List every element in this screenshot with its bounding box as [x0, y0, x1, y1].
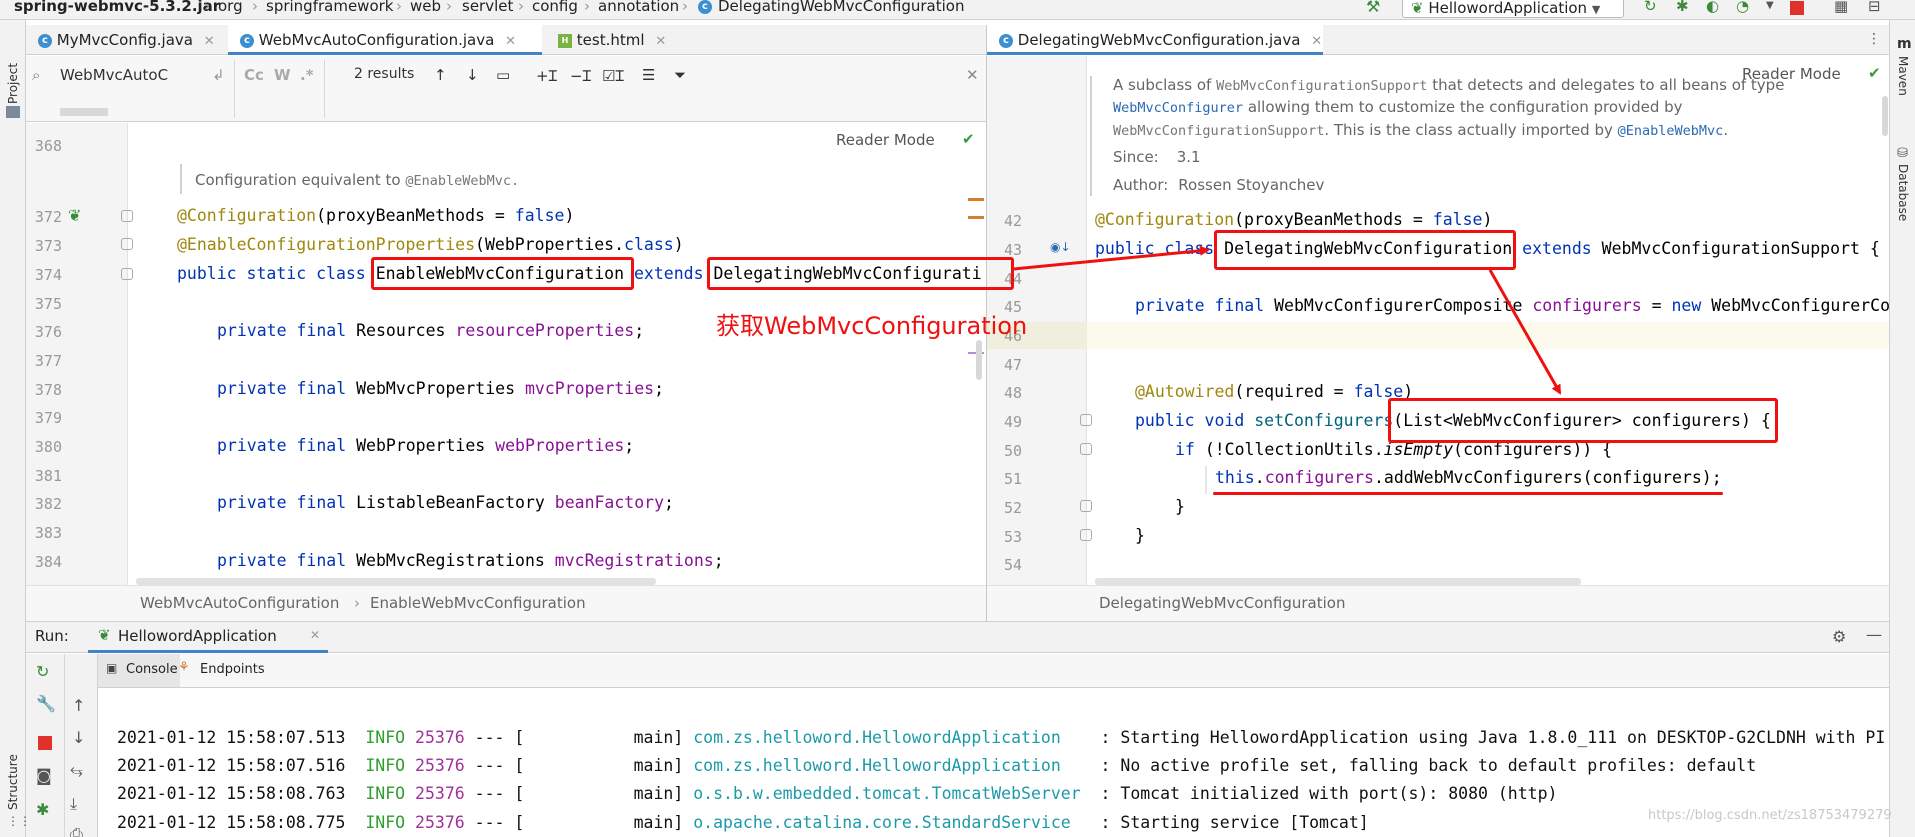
log-separator: --- [: [464, 728, 525, 747]
log-separator: --- [: [464, 784, 525, 803]
run-tab-label: HellowordApplication: [118, 627, 277, 645]
log-timestamp: 2021-01-12 15:58:07.516: [117, 756, 346, 775]
log-logger[interactable]: o.s.b.w.embedded.tomcat.TomcatWebServer: [693, 784, 1090, 803]
log-level: INFO: [365, 784, 406, 803]
stop-icon[interactable]: [38, 736, 52, 750]
arrow-to-delegating-class: [1013, 245, 1210, 271]
log-message: : Starting HellowordApplication using Ja…: [1090, 728, 1886, 747]
log-line: 2021-01-12 15:58:08.775 INFO 25376 --- […: [117, 813, 1369, 832]
close-icon[interactable]: ✕: [310, 628, 320, 642]
minimize-icon[interactable]: —: [1866, 625, 1882, 644]
log-separator: --- [: [464, 813, 525, 832]
log-timestamp: 2021-01-12 15:58:08.763: [117, 784, 346, 803]
log-pid: 25376: [415, 756, 465, 775]
up-arrow-icon[interactable]: ↑: [72, 696, 85, 715]
spring-boot-icon: ❦: [98, 626, 111, 644]
log-logger[interactable]: com.zs.helloword.HellowordApplication: [693, 728, 1090, 747]
log-line: 2021-01-12 15:58:07.513 INFO 25376 --- […: [117, 728, 1885, 747]
run-label: Run:: [35, 627, 69, 645]
log-pid: 25376: [415, 728, 465, 747]
log-pid: 25376: [415, 784, 465, 803]
gear-icon[interactable]: ⚙: [1832, 627, 1846, 646]
run-toolbar: ↻ 🔧 ◙ ✱ ↑ ↓ ⥃ ⤓ ⎙: [26, 654, 98, 837]
log-message: : Starting service [Tomcat]: [1090, 813, 1369, 832]
scroll-to-end-icon[interactable]: ⤓: [70, 794, 77, 814]
log-line: 2021-01-12 15:58:07.516 INFO 25376 --- […: [117, 756, 1756, 775]
watermark: https://blog.csdn.net/zs18753479279: [1648, 808, 1892, 823]
log-thread: main]: [524, 784, 684, 803]
log-thread: main]: [524, 756, 684, 775]
run-panel-header: Run: ❦ HellowordApplication ✕ ⚙ —: [26, 621, 1889, 653]
log-separator: --- [: [464, 756, 525, 775]
arrow-to-setconfigurers: [1488, 269, 1562, 395]
log-level: INFO: [365, 813, 406, 832]
rerun-icon[interactable]: ↻: [36, 662, 49, 681]
run-subtabs: ▣ Console ⚘ Endpoints: [26, 654, 1889, 688]
log-thread: main]: [524, 813, 684, 832]
soft-wrap-icon[interactable]: ⥃: [70, 760, 83, 780]
run-tab-hellowordapplication[interactable]: ❦ HellowordApplication ✕: [88, 622, 328, 653]
log-level: INFO: [365, 728, 406, 747]
log-pid: 25376: [415, 813, 465, 832]
log-logger[interactable]: com.zs.helloword.HellowordApplication: [693, 756, 1090, 775]
camera-icon[interactable]: ◙: [36, 766, 52, 785]
endpoints-icon: ⚘: [178, 660, 190, 675]
log-level: INFO: [365, 756, 406, 775]
print-icon[interactable]: ⎙: [70, 824, 83, 837]
down-arrow-icon[interactable]: ↓: [72, 728, 85, 747]
wrench-icon[interactable]: 🔧: [36, 694, 56, 713]
log-message: : No active profile set, falling back to…: [1090, 756, 1757, 775]
log-timestamp: 2021-01-12 15:58:07.513: [117, 728, 346, 747]
divider: [64, 654, 65, 837]
log-line: 2021-01-12 15:58:08.763 INFO 25376 --- […: [117, 784, 1557, 803]
tab-endpoints[interactable]: ⚘ Endpoints: [176, 654, 296, 687]
console-icon: ▣: [106, 661, 118, 675]
log-thread: main]: [524, 728, 684, 747]
log-logger[interactable]: o.apache.catalina.core.StandardService: [693, 813, 1090, 832]
log-message: : Tomcat initialized with port(s): 8080 …: [1090, 784, 1558, 803]
log-timestamp: 2021-01-12 15:58:08.775: [117, 813, 346, 832]
debug-icon[interactable]: ✱: [36, 800, 49, 819]
tab-label: Endpoints: [200, 662, 265, 677]
tab-label: Console: [126, 662, 178, 677]
